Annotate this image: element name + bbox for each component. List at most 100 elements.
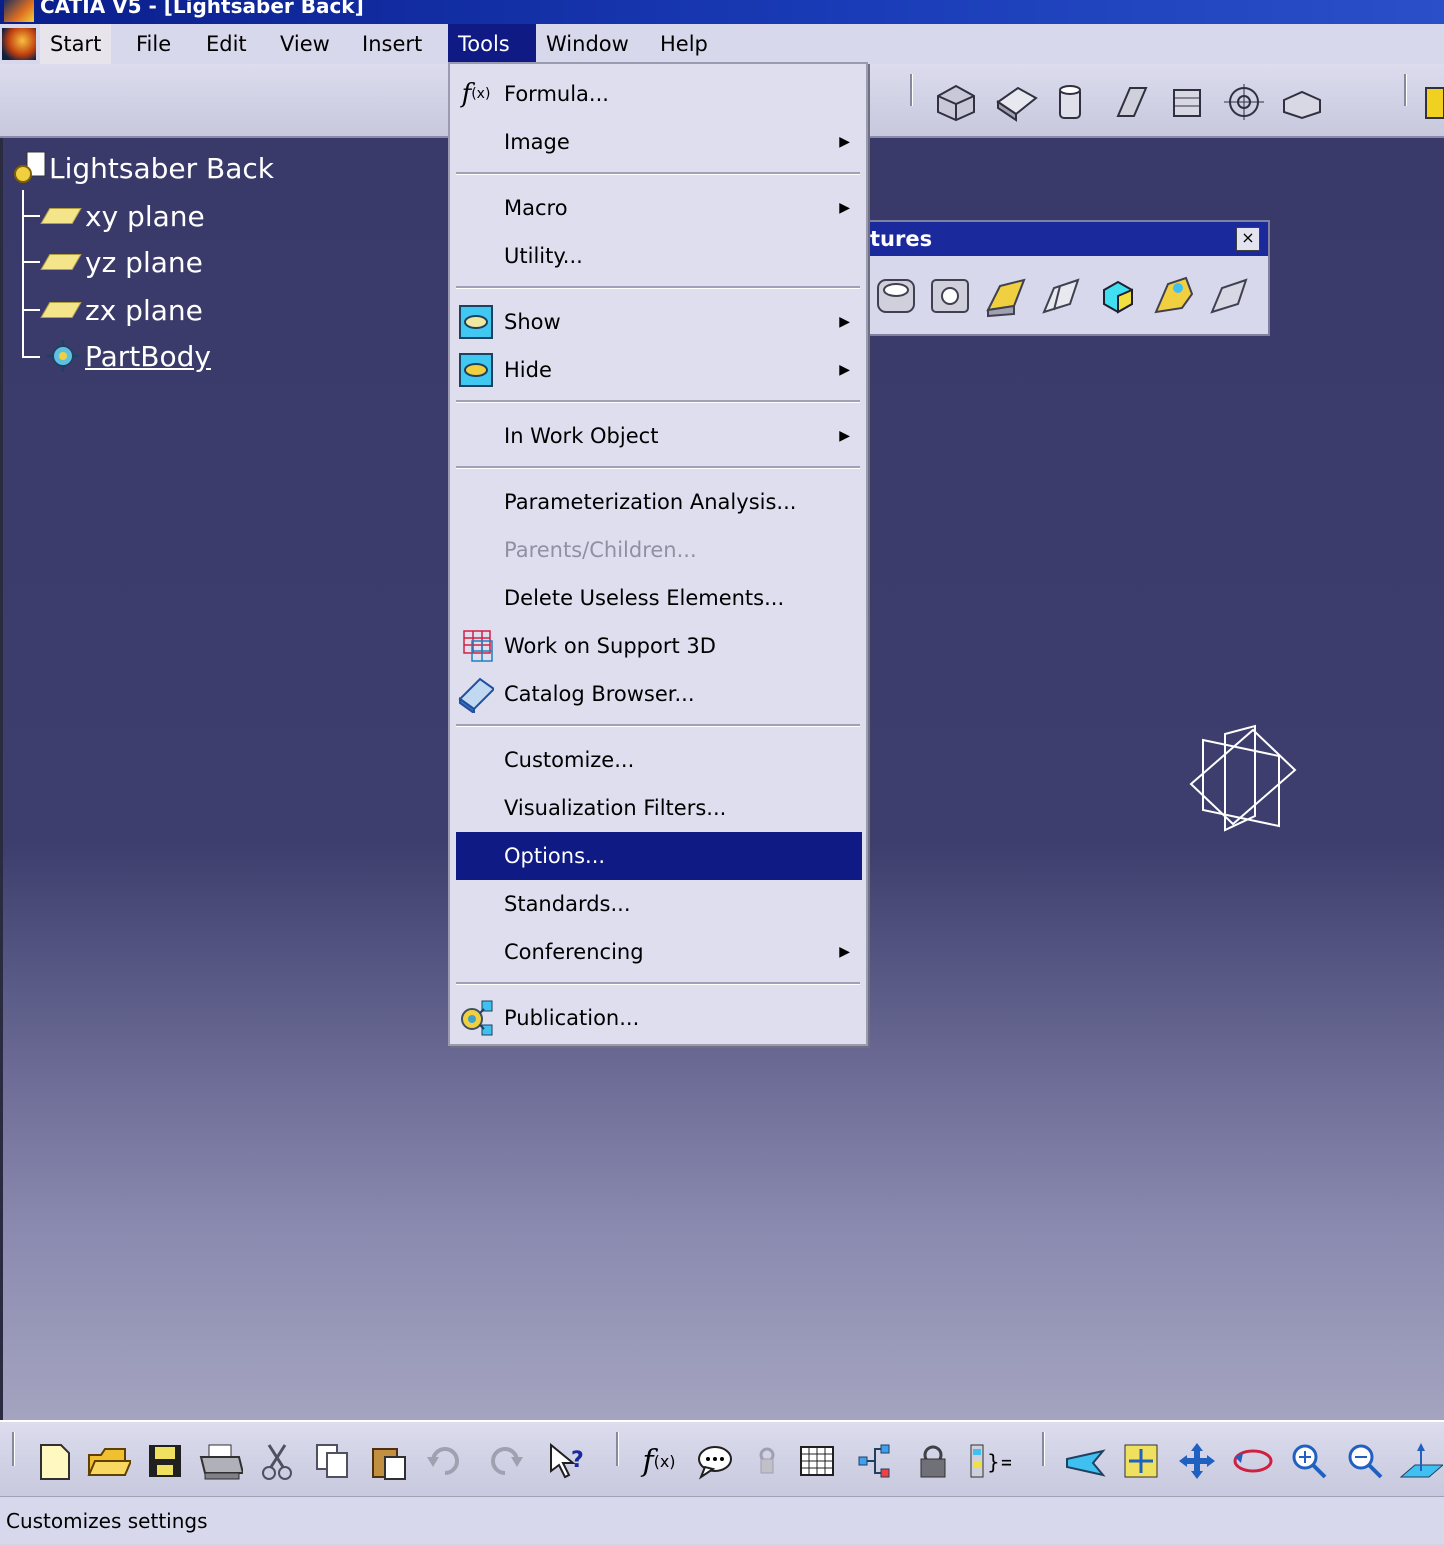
tree-item-yz-plane[interactable]: yz plane	[40, 240, 203, 284]
new-document-icon[interactable]	[32, 1438, 78, 1484]
tree-item-xy-plane[interactable]: xy plane	[40, 194, 205, 238]
redo-icon[interactable]	[482, 1438, 528, 1484]
menu-item-in-work-object[interactable]: In Work Object ▶	[456, 412, 862, 460]
pan-icon[interactable]	[1174, 1438, 1220, 1484]
submenu-arrow-icon: ▶	[839, 314, 850, 330]
open-folder-icon[interactable]	[86, 1438, 132, 1484]
menu-item-hide[interactable]: Hide ▶	[456, 346, 862, 394]
menu-separator	[456, 466, 860, 469]
submenu-arrow-icon: ▶	[839, 428, 850, 444]
menu-item-standards[interactable]: Standards...	[456, 880, 862, 928]
menu-bar: Start File Edit View Insert Tools Window…	[0, 24, 1444, 64]
menu-item-label: Show	[504, 310, 561, 334]
tree-item-label: xy plane	[85, 199, 205, 233]
paste-icon[interactable]	[366, 1438, 412, 1484]
menu-item-macro[interactable]: Macro ▶	[456, 184, 862, 232]
tree-item-label: yz plane	[85, 245, 203, 279]
knowledge-advisor-icon[interactable]	[692, 1438, 738, 1484]
menu-item-label: Hide	[504, 358, 552, 382]
catalog-icon	[458, 676, 494, 713]
menu-item-formula[interactable]: f (x) Formula...	[456, 70, 862, 118]
catia-app-icon	[4, 0, 34, 22]
menu-item-visualization-filters[interactable]: Visualization Filters...	[456, 784, 862, 832]
equation-icon[interactable]: }=	[966, 1438, 1012, 1484]
hole-icon[interactable]	[874, 274, 918, 318]
print-icon[interactable]	[198, 1438, 244, 1484]
tree-item-zx-plane[interactable]: zx plane	[40, 288, 203, 332]
menu-edit[interactable]: Edit	[196, 24, 257, 64]
menu-item-customize[interactable]: Customize...	[456, 736, 862, 784]
part-icon	[14, 151, 46, 183]
menu-item-catalog-browser[interactable]: Catalog Browser...	[456, 670, 862, 718]
menu-item-image[interactable]: Image ▶	[456, 118, 862, 166]
zoom-in-icon[interactable]	[1286, 1438, 1332, 1484]
shaft-icon[interactable]	[1050, 80, 1094, 124]
rib-icon[interactable]	[1110, 80, 1154, 124]
target-icon[interactable]	[1222, 80, 1266, 124]
tools-menu: f (x) Formula... Image ▶ Macro ▶ Utility.…	[448, 62, 868, 1046]
slot-icon[interactable]	[984, 274, 1028, 318]
publication-icon	[458, 1000, 494, 1036]
plane-icon	[40, 208, 82, 224]
hide-icon	[458, 352, 494, 388]
menu-item-work-on-support-3d[interactable]: Work on Support 3D	[456, 622, 862, 670]
rotate-icon[interactable]	[1230, 1438, 1276, 1484]
menu-item-options[interactable]: Options...	[456, 832, 862, 880]
menu-start[interactable]: Start	[40, 24, 112, 64]
solid-combine-icon[interactable]	[1096, 274, 1140, 318]
start-icon[interactable]	[2, 28, 36, 60]
copy-icon[interactable]	[310, 1438, 356, 1484]
status-bar: Customizes settings	[0, 1496, 1444, 1544]
fit-all-icon[interactable]	[1118, 1438, 1164, 1484]
menu-separator	[456, 172, 860, 175]
whats-this-icon[interactable]: ?	[544, 1438, 590, 1484]
menu-item-utility[interactable]: Utility...	[456, 232, 862, 280]
menu-separator	[456, 982, 860, 985]
tree-structure-icon[interactable]	[852, 1438, 898, 1484]
menu-item-delete-useless-elements[interactable]: Delete Useless Elements...	[456, 574, 862, 622]
box-icon[interactable]	[1280, 80, 1324, 124]
menu-item-publication[interactable]: Publication...	[456, 994, 862, 1042]
table-icon[interactable]	[794, 1438, 840, 1484]
menu-item-label: Delete Useless Elements...	[504, 586, 785, 610]
tree-root[interactable]: Lightsaber Back	[9, 146, 274, 190]
toolbar-separator	[1042, 1432, 1045, 1466]
cylinder-icon[interactable]	[1420, 80, 1444, 124]
features-toolbar: tures ×	[866, 220, 1270, 336]
features-toolbar-title[interactable]: tures	[868, 222, 1268, 256]
cut-icon[interactable]	[254, 1438, 300, 1484]
standard-toolbar: ? f (x) }=	[0, 1420, 1444, 1498]
menu-help[interactable]: Help	[650, 24, 718, 64]
stiffener-icon[interactable]	[1040, 274, 1084, 318]
tree-item-partbody[interactable]: PartBody	[45, 334, 211, 378]
remove-lump-icon[interactable]	[1208, 274, 1252, 318]
pad-icon[interactable]	[934, 80, 978, 124]
pocket-icon[interactable]	[994, 80, 1038, 124]
normal-view-icon[interactable]	[1398, 1438, 1444, 1484]
menu-view[interactable]: View	[270, 24, 340, 64]
multi-section-icon[interactable]	[1166, 80, 1210, 124]
lock-gray-icon[interactable]	[744, 1438, 790, 1484]
menu-insert[interactable]: Insert	[352, 24, 432, 64]
groove-icon[interactable]	[928, 274, 972, 318]
menu-separator	[456, 286, 860, 289]
menu-item-conferencing[interactable]: Conferencing ▶	[456, 928, 862, 976]
undo-icon[interactable]	[422, 1438, 468, 1484]
menu-window[interactable]: Window	[536, 24, 639, 64]
menu-tools[interactable]: Tools	[448, 24, 536, 64]
save-icon[interactable]	[142, 1438, 188, 1484]
multi-pad-icon[interactable]	[1152, 274, 1196, 318]
menu-item-show[interactable]: Show ▶	[456, 298, 862, 346]
menu-item-label: Options...	[504, 844, 606, 868]
status-text: Customizes settings	[6, 1509, 208, 1533]
tree-item-label: zx plane	[85, 293, 203, 327]
zoom-out-icon[interactable]	[1342, 1438, 1388, 1484]
menu-item-parameterization-analysis[interactable]: Parameterization Analysis...	[456, 478, 862, 526]
close-button[interactable]: ×	[1236, 227, 1260, 251]
lock-icon[interactable]	[910, 1438, 956, 1484]
menu-file[interactable]: File	[126, 24, 181, 64]
fly-mode-icon[interactable]	[1062, 1438, 1108, 1484]
menu-item-label: Formula...	[504, 82, 609, 106]
formula-icon[interactable]: f (x)	[636, 1438, 682, 1484]
menu-item-label: Image	[504, 130, 570, 154]
